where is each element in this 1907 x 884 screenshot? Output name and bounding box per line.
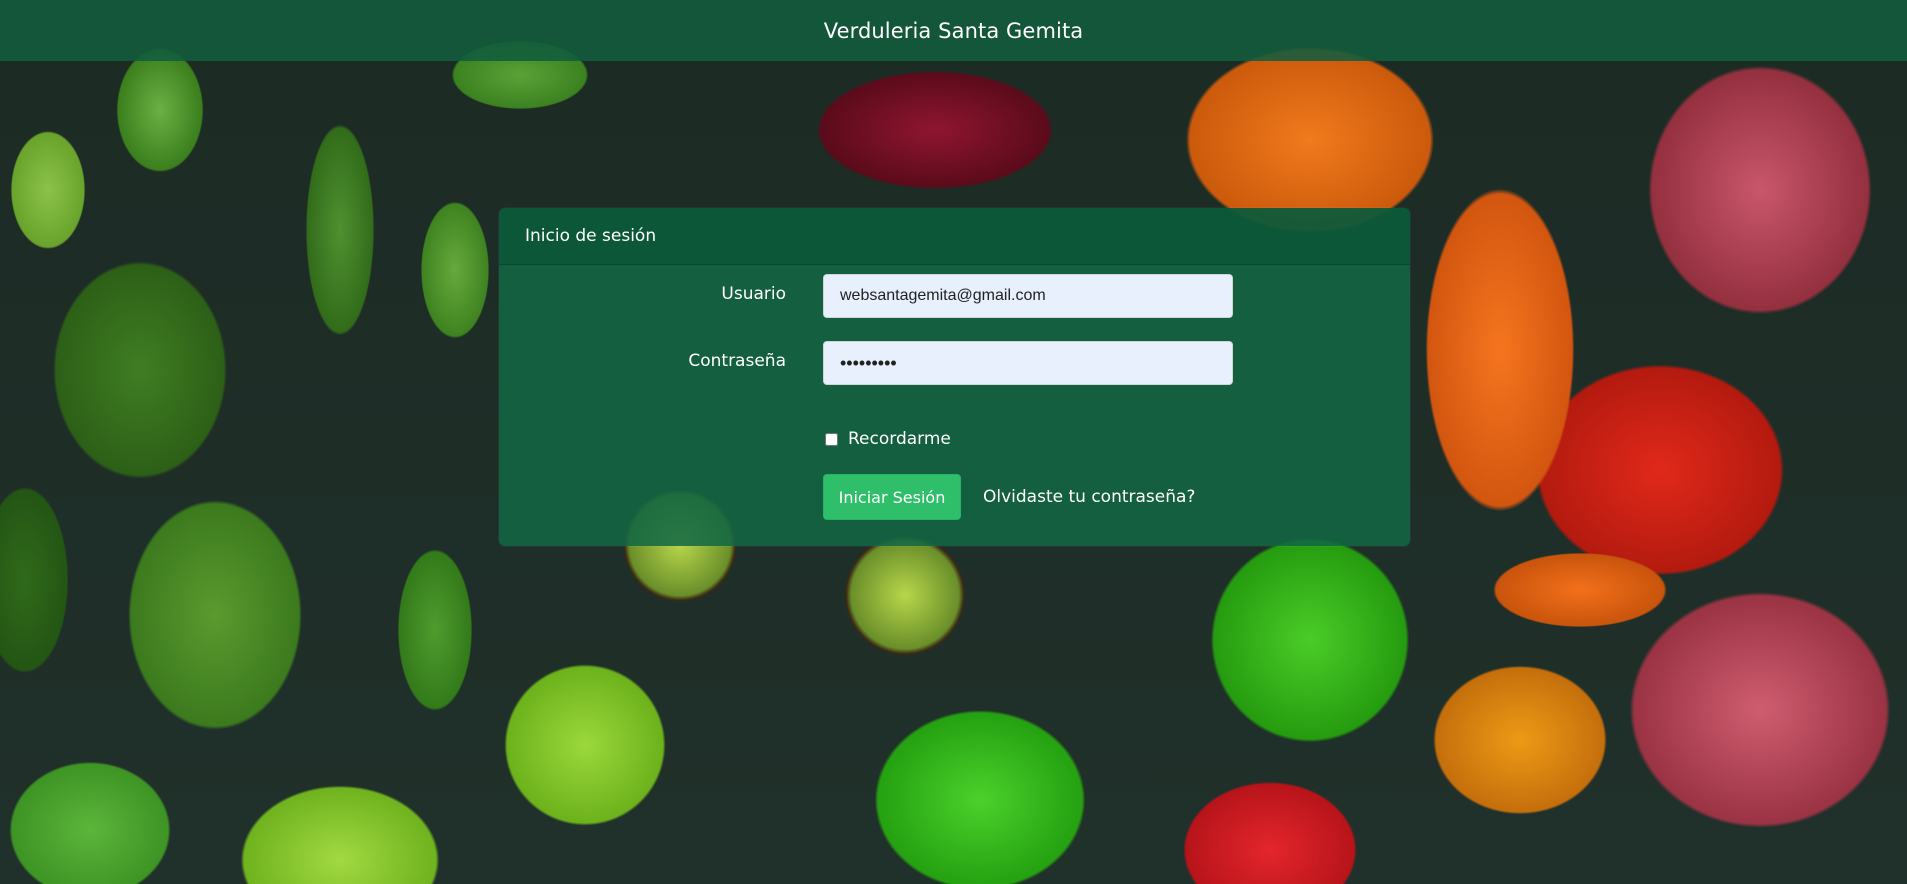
- remember-label[interactable]: Recordarme: [848, 429, 951, 449]
- login-card: Inicio de sesión Usuario Contraseña Reco…: [499, 208, 1410, 546]
- page: Verduleria Santa Gemita Inicio de sesión…: [0, 0, 1907, 884]
- login-card-title: Inicio de sesión: [525, 226, 657, 246]
- password-label: Contraseña: [688, 351, 786, 371]
- brand-title[interactable]: Verduleria Santa Gemita: [824, 19, 1084, 43]
- remember-me: Recordarme: [823, 429, 951, 449]
- user-input[interactable]: [823, 274, 1233, 318]
- password-input[interactable]: [823, 341, 1233, 385]
- remember-checkbox[interactable]: [825, 432, 838, 446]
- top-navbar: Verduleria Santa Gemita: [0, 0, 1907, 61]
- user-label: Usuario: [721, 284, 786, 304]
- login-card-header: Inicio de sesión: [499, 208, 1410, 265]
- forgot-password-link[interactable]: Olvidaste tu contraseña?: [983, 487, 1195, 507]
- login-button[interactable]: Iniciar Sesión: [823, 474, 961, 520]
